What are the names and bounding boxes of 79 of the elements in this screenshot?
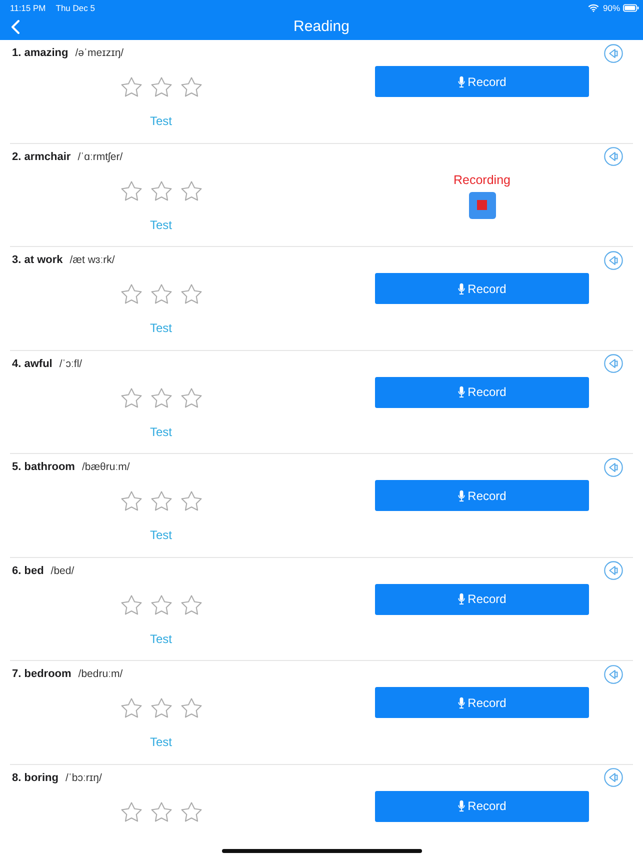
star-icon: [150, 388, 172, 408]
microphone-icon: [458, 76, 465, 88]
star-icon: [180, 180, 202, 200]
record-button[interactable]: Record: [375, 480, 589, 511]
star-icon: [120, 180, 142, 200]
star-icon: [120, 388, 142, 408]
star-icon: [180, 594, 202, 614]
phonetic-text: /ˈbɔːrɪŋ/: [65, 772, 102, 784]
speaker-icon[interactable]: [604, 354, 623, 373]
status-date: Thu Dec 5: [56, 3, 95, 13]
status-time: 11:15 PM: [10, 3, 46, 13]
stop-button[interactable]: [468, 192, 496, 218]
phonetic-text: /ˈɑːrmtʃer/: [78, 150, 123, 162]
star-icon: [180, 802, 202, 822]
star-icon: [120, 698, 142, 718]
star-icon: [120, 594, 142, 614]
screen-title: Reading: [294, 18, 350, 36]
test-link[interactable]: Test: [150, 424, 172, 440]
microphone-icon: [458, 696, 465, 708]
word-title: 4. awful: [12, 358, 52, 370]
test-link[interactable]: Test: [150, 734, 172, 750]
back-chevron-icon[interactable]: [11, 20, 20, 34]
phonetic-text: /əˈmeɪzɪŋ/: [75, 47, 124, 59]
speaker-icon[interactable]: [604, 250, 623, 270]
star-icon: [180, 77, 202, 97]
stop-icon: [477, 200, 487, 210]
star-icon: [120, 284, 142, 304]
microphone-icon: [458, 386, 465, 398]
star-icon: [150, 802, 172, 822]
star-icon: [150, 594, 172, 614]
test-link[interactable]: Test: [150, 320, 172, 336]
star-icon: [150, 284, 172, 304]
word-title: 2. armchair: [12, 150, 71, 162]
star-icon: [180, 388, 202, 408]
record-button[interactable]: Record: [375, 584, 589, 614]
phonetic-text: /bedruːm/: [78, 668, 123, 680]
star-icon: [180, 491, 202, 511]
word-title: 1. amazing: [12, 47, 68, 59]
phonetic-text: /bed/: [50, 564, 74, 576]
record-button[interactable]: Record: [375, 790, 589, 822]
phonetic-text: /ˈɔːfl/: [59, 358, 82, 370]
record-button[interactable]: Record: [375, 376, 589, 408]
test-link[interactable]: Test: [150, 630, 172, 646]
star-icon: [150, 698, 172, 718]
test-link[interactable]: Test: [150, 113, 172, 129]
star-icon: [180, 284, 202, 304]
phonetic-text: /bæθruːm/: [82, 461, 130, 473]
speaker-icon[interactable]: [604, 561, 623, 580]
microphone-icon: [458, 282, 465, 294]
star-icon: [180, 698, 202, 718]
star-icon: [150, 491, 172, 511]
word-title: 5. bathroom: [12, 461, 75, 473]
record-button[interactable]: Record: [375, 66, 589, 97]
test-link[interactable]: Test: [150, 527, 172, 543]
microphone-icon: [458, 490, 465, 502]
speaker-icon[interactable]: [604, 44, 623, 62]
word-title: 8. boring: [12, 772, 58, 784]
recording-status: Recording: [454, 172, 510, 188]
speaker-icon[interactable]: [604, 664, 623, 684]
word-title: 6. bed: [12, 564, 44, 576]
star-icon: [120, 491, 142, 511]
word-title: 7. bedroom: [12, 668, 72, 680]
star-icon: [120, 77, 142, 97]
phonetic-text: /æt wɜːrk/: [70, 254, 115, 266]
word-title: 3. at work: [12, 254, 63, 266]
speaker-icon[interactable]: [604, 458, 623, 476]
speaker-icon[interactable]: [604, 768, 623, 787]
record-button[interactable]: Record: [375, 273, 589, 304]
test-link[interactable]: Test: [150, 216, 172, 232]
star-icon: [150, 77, 172, 97]
star-icon: [120, 802, 142, 822]
record-button[interactable]: Record: [375, 687, 589, 718]
speaker-icon[interactable]: [604, 147, 623, 166]
microphone-icon: [458, 593, 465, 605]
battery-icon: [623, 4, 639, 12]
star-icon: [150, 180, 172, 200]
wifi-icon: [588, 4, 599, 12]
battery-percent: 90%: [602, 3, 620, 13]
microphone-icon: [458, 800, 465, 812]
